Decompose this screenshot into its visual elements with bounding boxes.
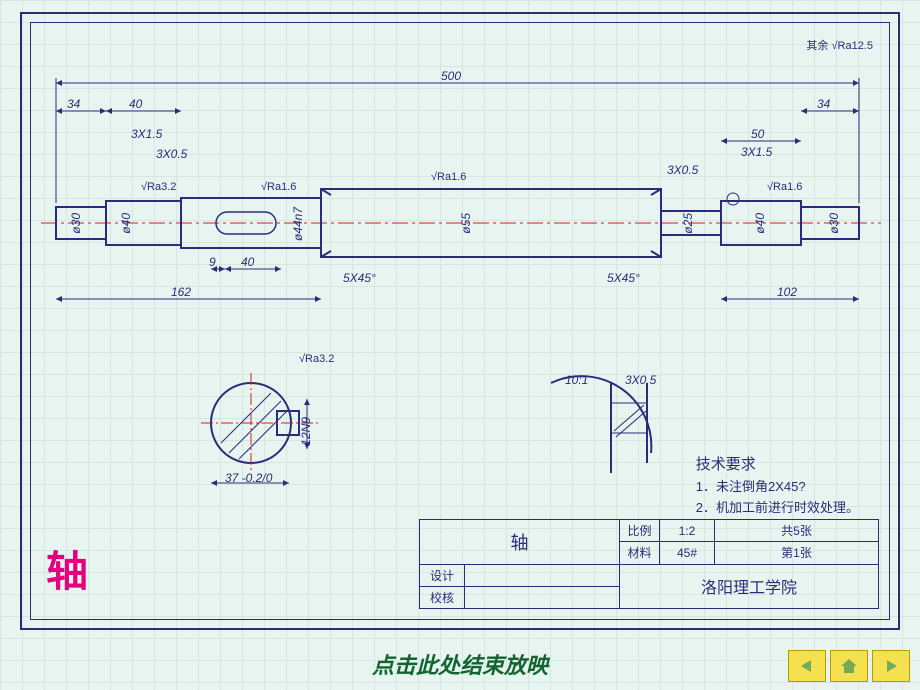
- checker-label: 校核: [420, 586, 465, 608]
- dim-12n9: 12N9: [299, 417, 313, 446]
- dim-50: 50: [751, 127, 764, 141]
- title-block: 轴 比例 1:2 共5张 材料 45# 第1张 设计 洛阳理工学院 校核: [419, 519, 879, 609]
- home-icon: [839, 657, 859, 675]
- dim-dia30-l: ø30: [69, 213, 83, 234]
- arrow-right-icon: [881, 658, 901, 674]
- dim-dia40-r: ø40: [753, 213, 767, 234]
- nav-buttons: [788, 650, 910, 682]
- dim-5x45-left: 5X45°: [343, 271, 376, 285]
- next-slide-button[interactable]: [872, 650, 910, 682]
- dim-3x15-right: 3X1.5: [741, 145, 772, 159]
- dim-34-right: 34: [817, 97, 830, 111]
- ra32: √Ra3.2: [141, 181, 176, 193]
- prev-slide-button[interactable]: [788, 650, 826, 682]
- dim-162: 162: [171, 285, 191, 299]
- ra32-sec: √Ra3.2: [299, 353, 334, 365]
- dim-dia44n7: ø44n7: [291, 207, 305, 241]
- dim-3x05-left: 3X0.5: [156, 147, 187, 161]
- tech-req-2: 2．机加工前进行时效处理。: [696, 498, 859, 519]
- dim-102: 102: [777, 285, 797, 299]
- surface-default: 其余 √Ra12.5: [806, 37, 873, 53]
- end-slideshow-hint[interactable]: 点击此处结束放映: [0, 648, 920, 680]
- pages-total: 共5张: [715, 520, 879, 542]
- arrow-left-icon: [797, 658, 817, 674]
- ra16-left: √Ra1.6: [261, 181, 296, 193]
- detail-scale: 10:1: [565, 373, 588, 387]
- dim-500: 500: [441, 69, 461, 83]
- detail-3x05: 3X0.5: [625, 373, 656, 387]
- dim-34-left: 34: [67, 97, 80, 111]
- inner-border: 500 40 34 3X1.5 3X0.5 50 34 3X1.5 3X0.5 …: [30, 22, 890, 620]
- big-label: 轴: [46, 538, 88, 599]
- home-button[interactable]: [830, 650, 868, 682]
- dim-5x45-right: 5X45°: [607, 271, 640, 285]
- dim-dia40-l: ø40: [119, 213, 133, 234]
- scale-value: 1:2: [660, 520, 715, 542]
- dim-37: 37 -0.2/0: [225, 471, 272, 485]
- dim-3x05-right: 3X0.5: [667, 163, 698, 177]
- dim-dia30-r: ø30: [827, 213, 841, 234]
- dim-key-40: 40: [241, 255, 254, 269]
- dim-dia25: ø25: [681, 213, 695, 234]
- dim-40-left: 40: [129, 97, 142, 111]
- tech-req-title: 技术要求: [696, 453, 859, 477]
- material-label: 材料: [620, 542, 660, 564]
- designer-label: 设计: [420, 564, 465, 586]
- scale-label: 比例: [620, 520, 660, 542]
- dim-3x15-left: 3X1.5: [131, 127, 162, 141]
- drawing-frame: 500 40 34 3X1.5 3X0.5 50 34 3X1.5 3X0.5 …: [20, 12, 900, 630]
- page-no: 第1张: [715, 542, 879, 564]
- tech-req-1: 1．未注倒角2X45?: [696, 477, 859, 498]
- material-value: 45#: [660, 542, 715, 564]
- tech-requirements: 技术要求 1．未注倒角2X45? 2．机加工前进行时效处理。: [696, 453, 859, 519]
- ra16-mid: √Ra1.6: [431, 171, 466, 183]
- ra16-right: √Ra1.6: [767, 181, 802, 193]
- school: 洛阳理工学院: [620, 564, 879, 609]
- part-name: 轴: [420, 520, 620, 565]
- dim-dia55: ø55: [459, 213, 473, 234]
- dim-key-9: 9: [209, 255, 216, 269]
